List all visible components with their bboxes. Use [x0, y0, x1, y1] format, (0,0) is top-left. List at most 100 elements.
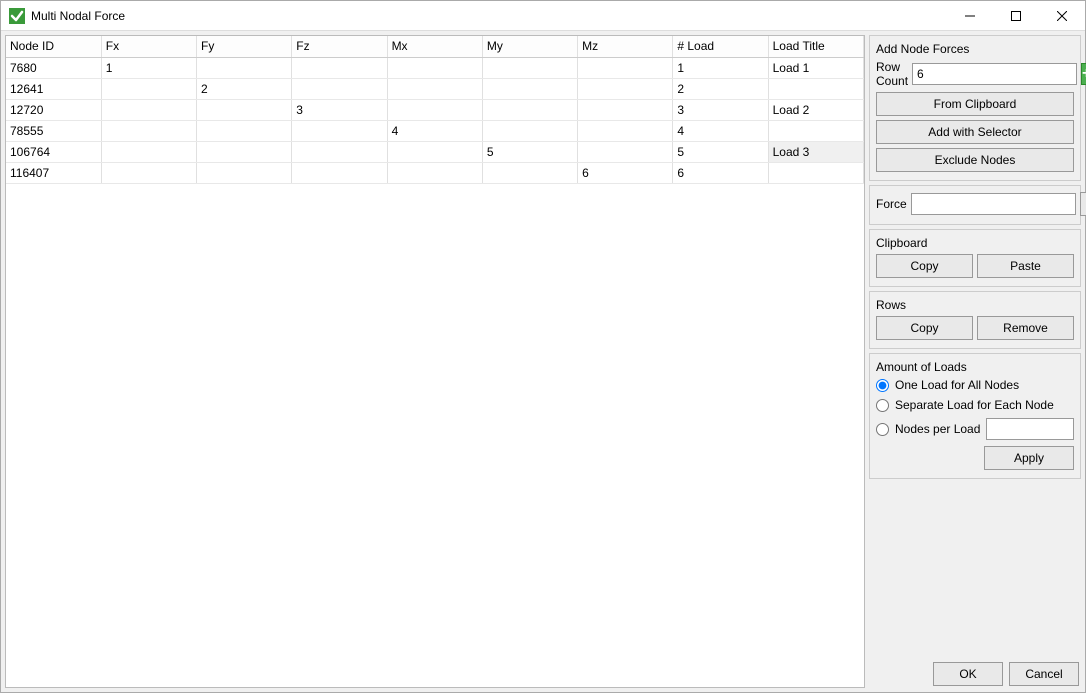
- minimize-button[interactable]: [947, 1, 993, 30]
- exclude-nodes-button[interactable]: Exclude Nodes: [876, 148, 1074, 172]
- column-header[interactable]: # Load: [673, 36, 768, 57]
- table-cell[interactable]: [101, 141, 196, 162]
- table-cell[interactable]: [197, 141, 292, 162]
- table-cell[interactable]: [197, 120, 292, 141]
- table-cell[interactable]: 106764: [6, 141, 101, 162]
- table-cell[interactable]: [292, 120, 387, 141]
- panel-title: Clipboard: [876, 236, 1074, 250]
- table-cell[interactable]: [482, 120, 577, 141]
- table-cell[interactable]: [387, 162, 482, 183]
- table-cell[interactable]: 78555: [6, 120, 101, 141]
- table-cell[interactable]: 2: [673, 78, 768, 99]
- panel-title: Add Node Forces: [876, 42, 1074, 56]
- data-grid[interactable]: Node IDFxFyFzMxMyMz# LoadLoad Title 7680…: [5, 35, 865, 688]
- apply-button[interactable]: Apply: [984, 446, 1074, 470]
- table-cell[interactable]: [578, 141, 673, 162]
- table-cell[interactable]: 116407: [6, 162, 101, 183]
- table-cell[interactable]: [578, 57, 673, 78]
- table-cell[interactable]: [197, 162, 292, 183]
- table-cell[interactable]: [387, 141, 482, 162]
- table-cell[interactable]: Load 2: [768, 99, 863, 120]
- table-row[interactable]: 768011Load 1: [6, 57, 864, 78]
- table-row[interactable]: 10676455Load 3: [6, 141, 864, 162]
- table-cell[interactable]: [482, 162, 577, 183]
- table-cell[interactable]: 12641: [6, 78, 101, 99]
- table-cell[interactable]: 5: [673, 141, 768, 162]
- force-panel: Force Set: [869, 185, 1081, 225]
- ok-button[interactable]: OK: [933, 662, 1003, 686]
- nodes-per-load-label[interactable]: Nodes per Load: [895, 422, 980, 436]
- table-cell[interactable]: [292, 78, 387, 99]
- side-panel: Add Node Forces Row Count + From Clipboa…: [869, 35, 1081, 688]
- table-cell[interactable]: [101, 120, 196, 141]
- clipboard-copy-button[interactable]: Copy: [876, 254, 973, 278]
- separate-load-radio[interactable]: [876, 399, 889, 412]
- table-row[interactable]: 1272033Load 2: [6, 99, 864, 120]
- maximize-button[interactable]: [993, 1, 1039, 30]
- separate-load-label[interactable]: Separate Load for Each Node: [895, 398, 1054, 412]
- table-cell[interactable]: [768, 162, 863, 183]
- table-cell[interactable]: 5: [482, 141, 577, 162]
- table-cell[interactable]: [578, 78, 673, 99]
- one-load-label[interactable]: One Load for All Nodes: [895, 378, 1019, 392]
- table-cell[interactable]: [101, 78, 196, 99]
- close-button[interactable]: [1039, 1, 1085, 30]
- table-cell[interactable]: 2: [197, 78, 292, 99]
- clipboard-paste-button[interactable]: Paste: [977, 254, 1074, 278]
- table-cell[interactable]: 3: [673, 99, 768, 120]
- table-row[interactable]: 12641 2 2: [6, 78, 864, 99]
- table-cell[interactable]: [482, 57, 577, 78]
- from-clipboard-button[interactable]: From Clipboard: [876, 92, 1074, 116]
- table-cell[interactable]: 6: [578, 162, 673, 183]
- column-header[interactable]: Fz: [292, 36, 387, 57]
- table-cell[interactable]: 4: [673, 120, 768, 141]
- table-cell[interactable]: [578, 120, 673, 141]
- table-cell[interactable]: 12720: [6, 99, 101, 120]
- table-row[interactable]: 116407 66: [6, 162, 864, 183]
- column-header[interactable]: Node ID: [6, 36, 101, 57]
- main-window: Multi Nodal Force Node IDFxFyFzMxMyMz: [0, 0, 1086, 693]
- column-header[interactable]: Load Title: [768, 36, 863, 57]
- add-with-selector-button[interactable]: Add with Selector: [876, 120, 1074, 144]
- table-cell[interactable]: [482, 99, 577, 120]
- table-row[interactable]: 78555 4 4: [6, 120, 864, 141]
- table-cell[interactable]: Load 3: [768, 141, 863, 162]
- add-row-button[interactable]: +: [1081, 63, 1086, 85]
- table-cell[interactable]: [101, 162, 196, 183]
- row-count-input[interactable]: [912, 63, 1077, 85]
- force-input[interactable]: [911, 193, 1076, 215]
- table-cell[interactable]: [197, 57, 292, 78]
- table-cell[interactable]: 4: [387, 120, 482, 141]
- rows-remove-button[interactable]: Remove: [977, 316, 1074, 340]
- body: Node IDFxFyFzMxMyMz# LoadLoad Title 7680…: [1, 31, 1085, 692]
- table-cell[interactable]: 7680: [6, 57, 101, 78]
- table-cell[interactable]: [292, 162, 387, 183]
- table-cell[interactable]: [197, 99, 292, 120]
- column-header[interactable]: Mx: [387, 36, 482, 57]
- one-load-radio[interactable]: [876, 379, 889, 392]
- table-cell[interactable]: [387, 57, 482, 78]
- column-header[interactable]: My: [482, 36, 577, 57]
- table-cell[interactable]: 1: [101, 57, 196, 78]
- nodes-per-load-radio[interactable]: [876, 423, 889, 436]
- table-cell[interactable]: [387, 99, 482, 120]
- table-cell[interactable]: [578, 99, 673, 120]
- set-force-button[interactable]: Set: [1080, 192, 1086, 216]
- table-cell[interactable]: 6: [673, 162, 768, 183]
- column-header[interactable]: Fx: [101, 36, 196, 57]
- table-cell[interactable]: [101, 99, 196, 120]
- table-cell[interactable]: 3: [292, 99, 387, 120]
- table-cell[interactable]: 1: [673, 57, 768, 78]
- table-cell[interactable]: Load 1: [768, 57, 863, 78]
- table-cell[interactable]: [768, 78, 863, 99]
- table-cell[interactable]: [482, 78, 577, 99]
- nodes-per-load-input[interactable]: [986, 418, 1074, 440]
- column-header[interactable]: Mz: [578, 36, 673, 57]
- cancel-button[interactable]: Cancel: [1009, 662, 1079, 686]
- table-cell[interactable]: [768, 120, 863, 141]
- column-header[interactable]: Fy: [197, 36, 292, 57]
- table-cell[interactable]: [292, 141, 387, 162]
- table-cell[interactable]: [292, 57, 387, 78]
- table-cell[interactable]: [387, 78, 482, 99]
- rows-copy-button[interactable]: Copy: [876, 316, 973, 340]
